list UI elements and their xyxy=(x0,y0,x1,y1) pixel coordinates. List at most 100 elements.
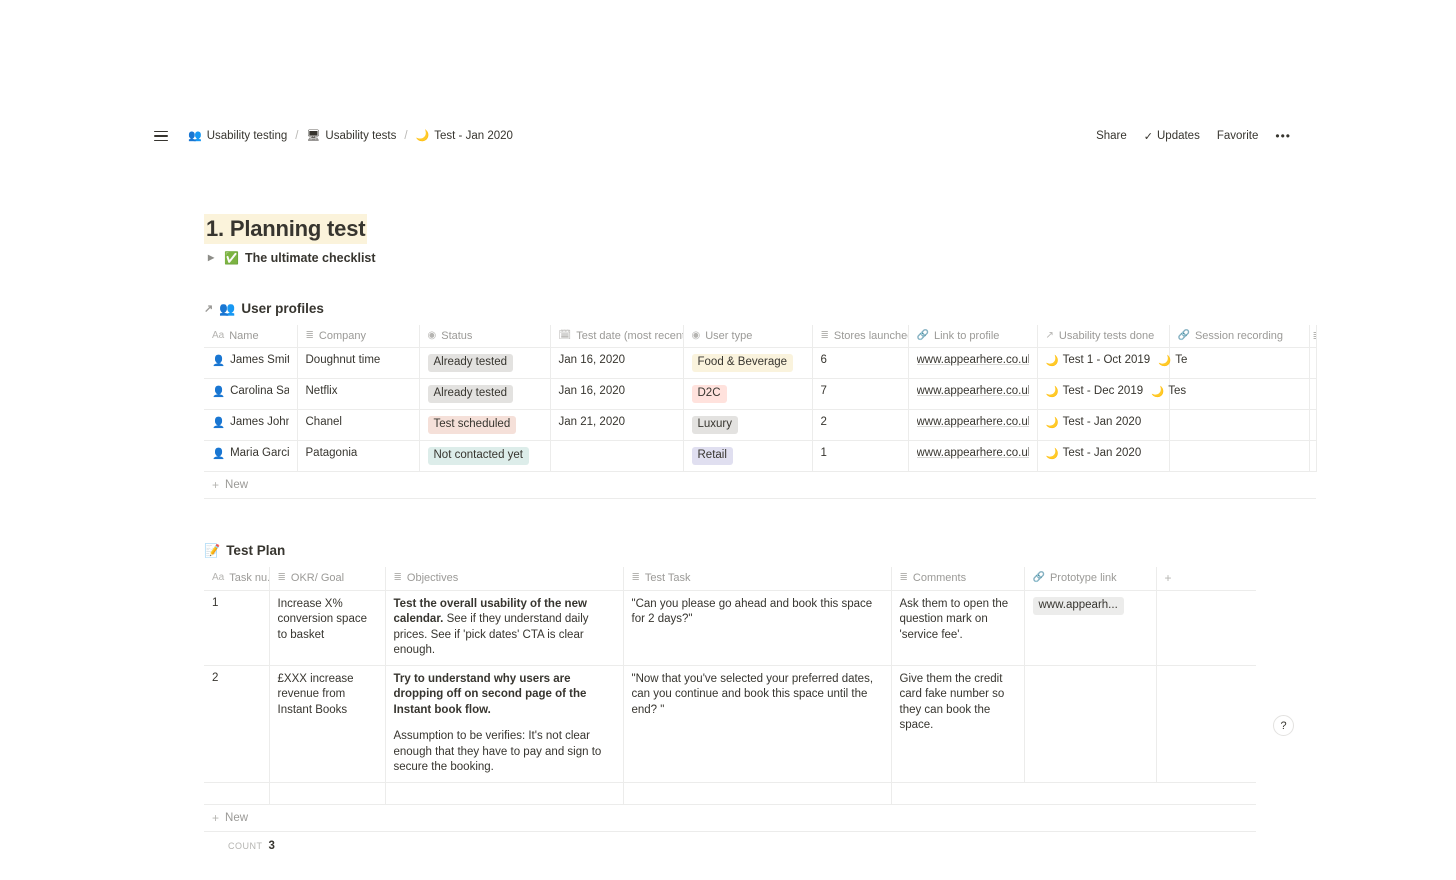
cell-usability-tests-done[interactable]: 🌙 Test - Jan 2020 xyxy=(1037,409,1170,441)
cell-company[interactable]: Doughnut time xyxy=(297,347,420,379)
cell-status[interactable]: Already tested xyxy=(419,378,551,410)
cell-session-recording[interactable] xyxy=(1169,440,1310,472)
col-header-stores-launched[interactable]: ≣ Stores launched xyxy=(812,324,909,348)
cell-objectives[interactable]: Test the overall usability of the new ca… xyxy=(385,590,624,666)
hamburger-icon[interactable] xyxy=(154,130,168,142)
cell-name[interactable]: 👤 Maria Garcia xyxy=(204,440,298,472)
cell-link-to-profile[interactable]: www.appearhere.co.uk/idea- xyxy=(908,378,1038,410)
add-new-row-test-plan[interactable]: + New xyxy=(204,805,1256,832)
cell-link-to-profile[interactable]: www.appearhere.co.uk/idea- xyxy=(908,347,1038,379)
cell-user-type[interactable]: Food & Beverage xyxy=(683,347,813,379)
col-header-user-type[interactable]: ◉ User type xyxy=(683,324,813,348)
cell-okr-goal[interactable]: Increase X% conversion space to basket xyxy=(269,590,386,666)
table-row[interactable]: 👤 James Smith Doughnut time Already teste… xyxy=(204,347,1317,379)
cell-test-task[interactable]: "Can you please go ahead and book this s… xyxy=(623,590,892,666)
cell-okr-goal[interactable] xyxy=(269,782,386,805)
cell-prototype-link[interactable]: www.appearh... xyxy=(1024,590,1157,666)
profile-link[interactable]: www.appearhere.co.uk/idea- xyxy=(917,354,1029,366)
col-header-test-date[interactable]: 🗓 Test date (most recent) xyxy=(550,324,684,348)
col-header-name[interactable]: Aa Name xyxy=(204,324,298,348)
col-header-objectives[interactable]: ≣ Objectives xyxy=(385,566,624,591)
cell-test-date[interactable]: Jan 16, 2020 xyxy=(550,378,684,410)
section-title-test-plan[interactable]: 📝 Test Plan xyxy=(204,543,1316,559)
table-row[interactable]: 👤 Maria Garcia Patagonia Not contacted ye… xyxy=(204,440,1317,472)
relation-item[interactable]: 🌙 Test 1 - Oct 2019 xyxy=(1046,354,1151,367)
cell-okr-goal[interactable]: £XXX increase revenue from Instant Books xyxy=(269,665,386,783)
col-header-test-task[interactable]: ≣ Test Task xyxy=(623,566,892,591)
cell-objectives[interactable] xyxy=(385,782,624,805)
cell-status[interactable]: Not contacted yet xyxy=(419,440,551,472)
prototype-link-badge[interactable]: www.appearh... xyxy=(1032,596,1124,615)
cell-comments[interactable]: Ask them to open the question mark on 's… xyxy=(891,590,1025,666)
col-header-comments[interactable]: ≣ Comments xyxy=(891,566,1025,591)
cell-task-number[interactable]: 1 xyxy=(204,590,270,666)
relation-item[interactable]: 🌙 Test - Jan 2020 xyxy=(1046,416,1142,429)
help-button[interactable]: ? xyxy=(1273,715,1294,736)
cell-stores-launched[interactable]: 7 xyxy=(812,378,909,410)
section-title-user-profiles[interactable]: ↗ 👥 User profiles xyxy=(204,301,1316,317)
relation-item[interactable]: 🌙 Tes xyxy=(1151,385,1186,398)
cell-test-task[interactable] xyxy=(623,782,892,805)
cell-comments[interactable] xyxy=(891,782,1024,805)
relation-item[interactable]: 🌙 Test - Jan 2020 xyxy=(1046,447,1142,460)
cell-task-number[interactable]: 2 xyxy=(204,665,270,783)
cell-user-type[interactable]: D2C xyxy=(683,378,813,410)
cell-company[interactable]: Chanel xyxy=(297,409,420,441)
cell-name[interactable]: 👤 Carolina Sant xyxy=(204,378,298,410)
table-row[interactable]: 👤 James Johnso Chanel Test scheduled Jan … xyxy=(204,409,1317,441)
table-row[interactable]: 1 Increase X% conversion space to basket… xyxy=(204,590,1256,666)
more-options-button[interactable]: ••• xyxy=(1268,126,1298,146)
cell-prototype-link[interactable] xyxy=(1024,782,1156,805)
col-header-overflow[interactable]: ≣ xyxy=(1309,324,1317,348)
col-header-company[interactable]: ≣ Company xyxy=(297,324,420,348)
cell-status[interactable]: Test scheduled xyxy=(419,409,551,441)
cell-stores-launched[interactable]: 2 xyxy=(812,409,909,441)
cell-session-recording[interactable] xyxy=(1169,378,1310,410)
col-header-okr-goal[interactable]: ≣ OKR/ Goal xyxy=(269,566,386,591)
cell-stores-launched[interactable]: 6 xyxy=(812,347,909,379)
col-header-usability-tests-done[interactable]: ↗ Usability tests done xyxy=(1037,324,1170,348)
cell-status[interactable]: Already tested xyxy=(419,347,551,379)
favorite-button[interactable]: Favorite xyxy=(1210,127,1266,145)
cell-task-number[interactable] xyxy=(204,782,270,805)
cell-session-recording[interactable] xyxy=(1169,409,1310,441)
share-button[interactable]: Share xyxy=(1089,127,1134,145)
col-header-prototype-link[interactable]: 🔗 Prototype link xyxy=(1024,566,1157,591)
add-column-button[interactable]: + xyxy=(1156,566,1256,591)
col-header-status[interactable]: ◉ Status xyxy=(419,324,551,348)
profile-link[interactable]: www.appearhere.co.uk/idea- xyxy=(917,447,1029,459)
col-header-session-recording[interactable]: 🔗 Session recording xyxy=(1169,324,1310,348)
breadcrumb-item-usability-testing[interactable]: 👥 Usability testing xyxy=(184,128,291,144)
breadcrumb-item-test-jan-2020[interactable]: 🌙 Test - Jan 2020 xyxy=(412,128,517,144)
cell-session-recording[interactable] xyxy=(1169,347,1310,379)
count-summary[interactable]: Count 3 xyxy=(204,832,1316,852)
col-header-link-to-profile[interactable]: 🔗 Link to profile xyxy=(908,324,1038,348)
cell-usability-tests-done[interactable]: 🌙 Test - Jan 2020 xyxy=(1037,440,1170,472)
cell-company[interactable]: Netflix xyxy=(297,378,420,410)
cell-stores-launched[interactable]: 1 xyxy=(812,440,909,472)
table-row[interactable] xyxy=(204,782,1256,805)
relation-item[interactable]: 🌙 Test - Dec 2019 xyxy=(1046,385,1144,398)
cell-name[interactable]: 👤 James Smith xyxy=(204,347,298,379)
table-row[interactable]: 👤 Carolina Sant Netflix Already tested Ja… xyxy=(204,378,1317,410)
cell-prototype-link[interactable] xyxy=(1024,665,1157,783)
cell-comments[interactable]: Give them the credit card fake number so… xyxy=(891,665,1025,783)
cell-test-date[interactable]: Jan 16, 2020 xyxy=(550,347,684,379)
relation-item[interactable]: 🌙 Te xyxy=(1158,354,1187,367)
profile-link[interactable]: www.appearhere.co.uk/idea- xyxy=(917,416,1029,428)
cell-link-to-profile[interactable]: www.appearhere.co.uk/idea- xyxy=(908,440,1038,472)
cell-name[interactable]: 👤 James Johnso xyxy=(204,409,298,441)
cell-objectives[interactable]: Try to understand why users are dropping… xyxy=(385,665,624,783)
cell-usability-tests-done[interactable]: 🌙 Test 1 - Oct 2019 🌙 Te xyxy=(1037,347,1187,379)
cell-link-to-profile[interactable]: www.appearhere.co.uk/idea- xyxy=(908,409,1038,441)
cell-test-date[interactable] xyxy=(550,440,684,472)
cell-usability-tests-done[interactable]: 🌙 Test - Dec 2019 🌙 Tes xyxy=(1037,378,1186,410)
add-new-row-user-profiles[interactable]: + New xyxy=(204,472,1316,499)
updates-button[interactable]: ✓ Updates xyxy=(1137,127,1207,146)
profile-link[interactable]: www.appearhere.co.uk/idea- xyxy=(917,385,1029,397)
breadcrumb-item-usability-tests[interactable]: 🖥 Usability tests xyxy=(302,128,400,144)
cell-user-type[interactable]: Luxury xyxy=(683,409,813,441)
cell-company[interactable]: Patagonia xyxy=(297,440,420,472)
cell-user-type[interactable]: Retail xyxy=(683,440,813,472)
chevron-right-icon[interactable]: ▶ xyxy=(208,253,218,262)
